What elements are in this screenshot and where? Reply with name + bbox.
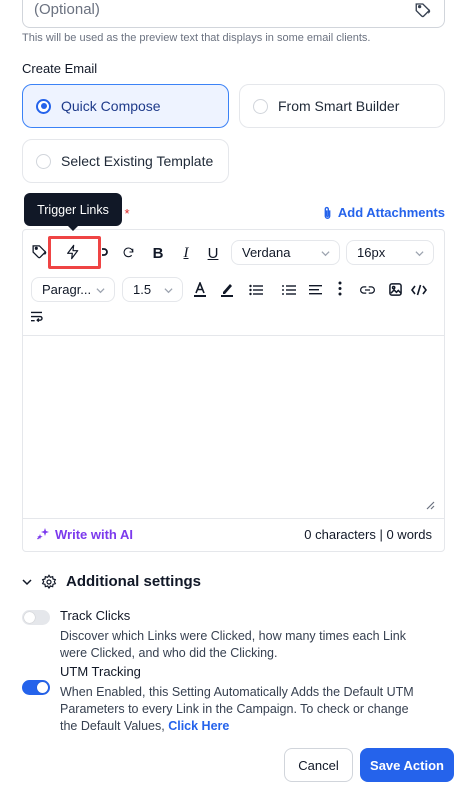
preview-text-placeholder: (Optional) (34, 1, 100, 18)
paperclip-icon (324, 206, 331, 219)
option-label: Select Existing Template (61, 153, 214, 169)
utm-tracking-title: UTM Tracking (60, 664, 141, 679)
write-with-ai-label: Write with AI (55, 527, 133, 542)
undo-icon[interactable] (100, 247, 108, 259)
font-size-value: 16px (357, 245, 386, 260)
option-smart-builder[interactable]: From Smart Builder (239, 84, 445, 128)
bullet-list-icon[interactable] (249, 284, 263, 296)
editor-footer-divider (22, 518, 445, 519)
redo-icon[interactable] (123, 246, 136, 258)
merge-tag-icon[interactable] (31, 243, 48, 260)
highlight-color-icon[interactable] (220, 282, 234, 298)
chevron-down-icon (164, 288, 173, 294)
chevron-down-icon (22, 578, 32, 585)
tooltip-text: Trigger Links (37, 202, 109, 217)
radio-unselected (36, 153, 51, 169)
paragraph-style-value: Paragr... (42, 282, 92, 297)
trigger-links-tooltip: Trigger Links (24, 193, 122, 231)
character-word-counter: 0 characters | 0 words (304, 527, 432, 542)
resize-handle-icon[interactable] (425, 500, 435, 510)
preview-help-text: This will be used as the preview text th… (22, 32, 371, 44)
option-label: Quick Compose (61, 98, 161, 114)
paragraph-style-select[interactable]: Paragr... (31, 277, 115, 302)
font-size-select[interactable]: 16px (346, 240, 434, 265)
click-here-link[interactable]: Click Here (168, 719, 229, 733)
track-clicks-toggle[interactable] (22, 610, 50, 625)
toolbar-divider (22, 335, 445, 336)
sparkle-icon (37, 528, 49, 540)
write-with-ai-button[interactable]: Write with AI (36, 527, 133, 542)
utm-tracking-description: When Enabled, this Setting Automatically… (60, 684, 428, 735)
utm-tracking-toggle[interactable] (22, 680, 50, 695)
additional-settings-title: Additional settings (66, 573, 201, 590)
cancel-button[interactable]: Cancel (284, 748, 353, 782)
chevron-down-icon (321, 251, 330, 257)
required-mark: * (124, 206, 130, 221)
chevron-down-icon (96, 288, 105, 294)
tag-icon[interactable] (414, 1, 432, 19)
option-quick-compose[interactable]: Quick Compose (22, 84, 229, 128)
option-existing-template[interactable]: Select Existing Template (22, 139, 229, 183)
additional-settings-toggle[interactable]: Additional settings (22, 573, 201, 590)
toggle-knob (24, 612, 35, 623)
counter-separator: | (379, 527, 383, 542)
add-attachments-label: Add Attachments (337, 205, 445, 220)
toggle-knob (37, 682, 48, 693)
numbered-list-icon[interactable] (282, 284, 296, 296)
radio-selected (36, 98, 51, 114)
character-count: 0 characters (304, 527, 376, 542)
more-options-icon[interactable] (338, 281, 342, 296)
trigger-links-highlight (48, 236, 101, 269)
line-height-select[interactable]: 1.5 (122, 277, 183, 302)
bold-icon[interactable]: B (148, 243, 168, 263)
link-icon[interactable] (360, 285, 375, 295)
image-icon[interactable] (389, 283, 402, 296)
text-wrap-icon[interactable] (30, 311, 43, 322)
save-action-button[interactable]: Save Action (360, 748, 454, 782)
chevron-down-icon (415, 251, 424, 257)
option-label: From Smart Builder (278, 98, 400, 114)
line-height-value: 1.5 (133, 282, 152, 297)
add-attachments-link[interactable]: Add Attachments (323, 205, 445, 220)
utm-description-text: When Enabled, this Setting Automatically… (60, 685, 414, 733)
align-icon[interactable] (309, 284, 322, 296)
radio-unselected (253, 98, 268, 114)
underline-icon[interactable]: U (203, 243, 223, 263)
track-clicks-description: Discover which Links were Clicked, how m… (60, 629, 406, 660)
preview-text-input[interactable]: (Optional) (22, 0, 445, 28)
gear-icon (41, 573, 57, 589)
text-color-icon[interactable] (193, 282, 207, 298)
code-view-icon[interactable] (411, 284, 427, 296)
word-count: 0 words (386, 527, 432, 542)
create-email-label: Create Email (22, 61, 98, 76)
font-family-value: Verdana (242, 245, 291, 260)
italic-icon[interactable]: I (176, 243, 196, 263)
track-clicks-title: Track Clicks (60, 608, 131, 623)
font-family-select[interactable]: Verdana (231, 240, 340, 265)
